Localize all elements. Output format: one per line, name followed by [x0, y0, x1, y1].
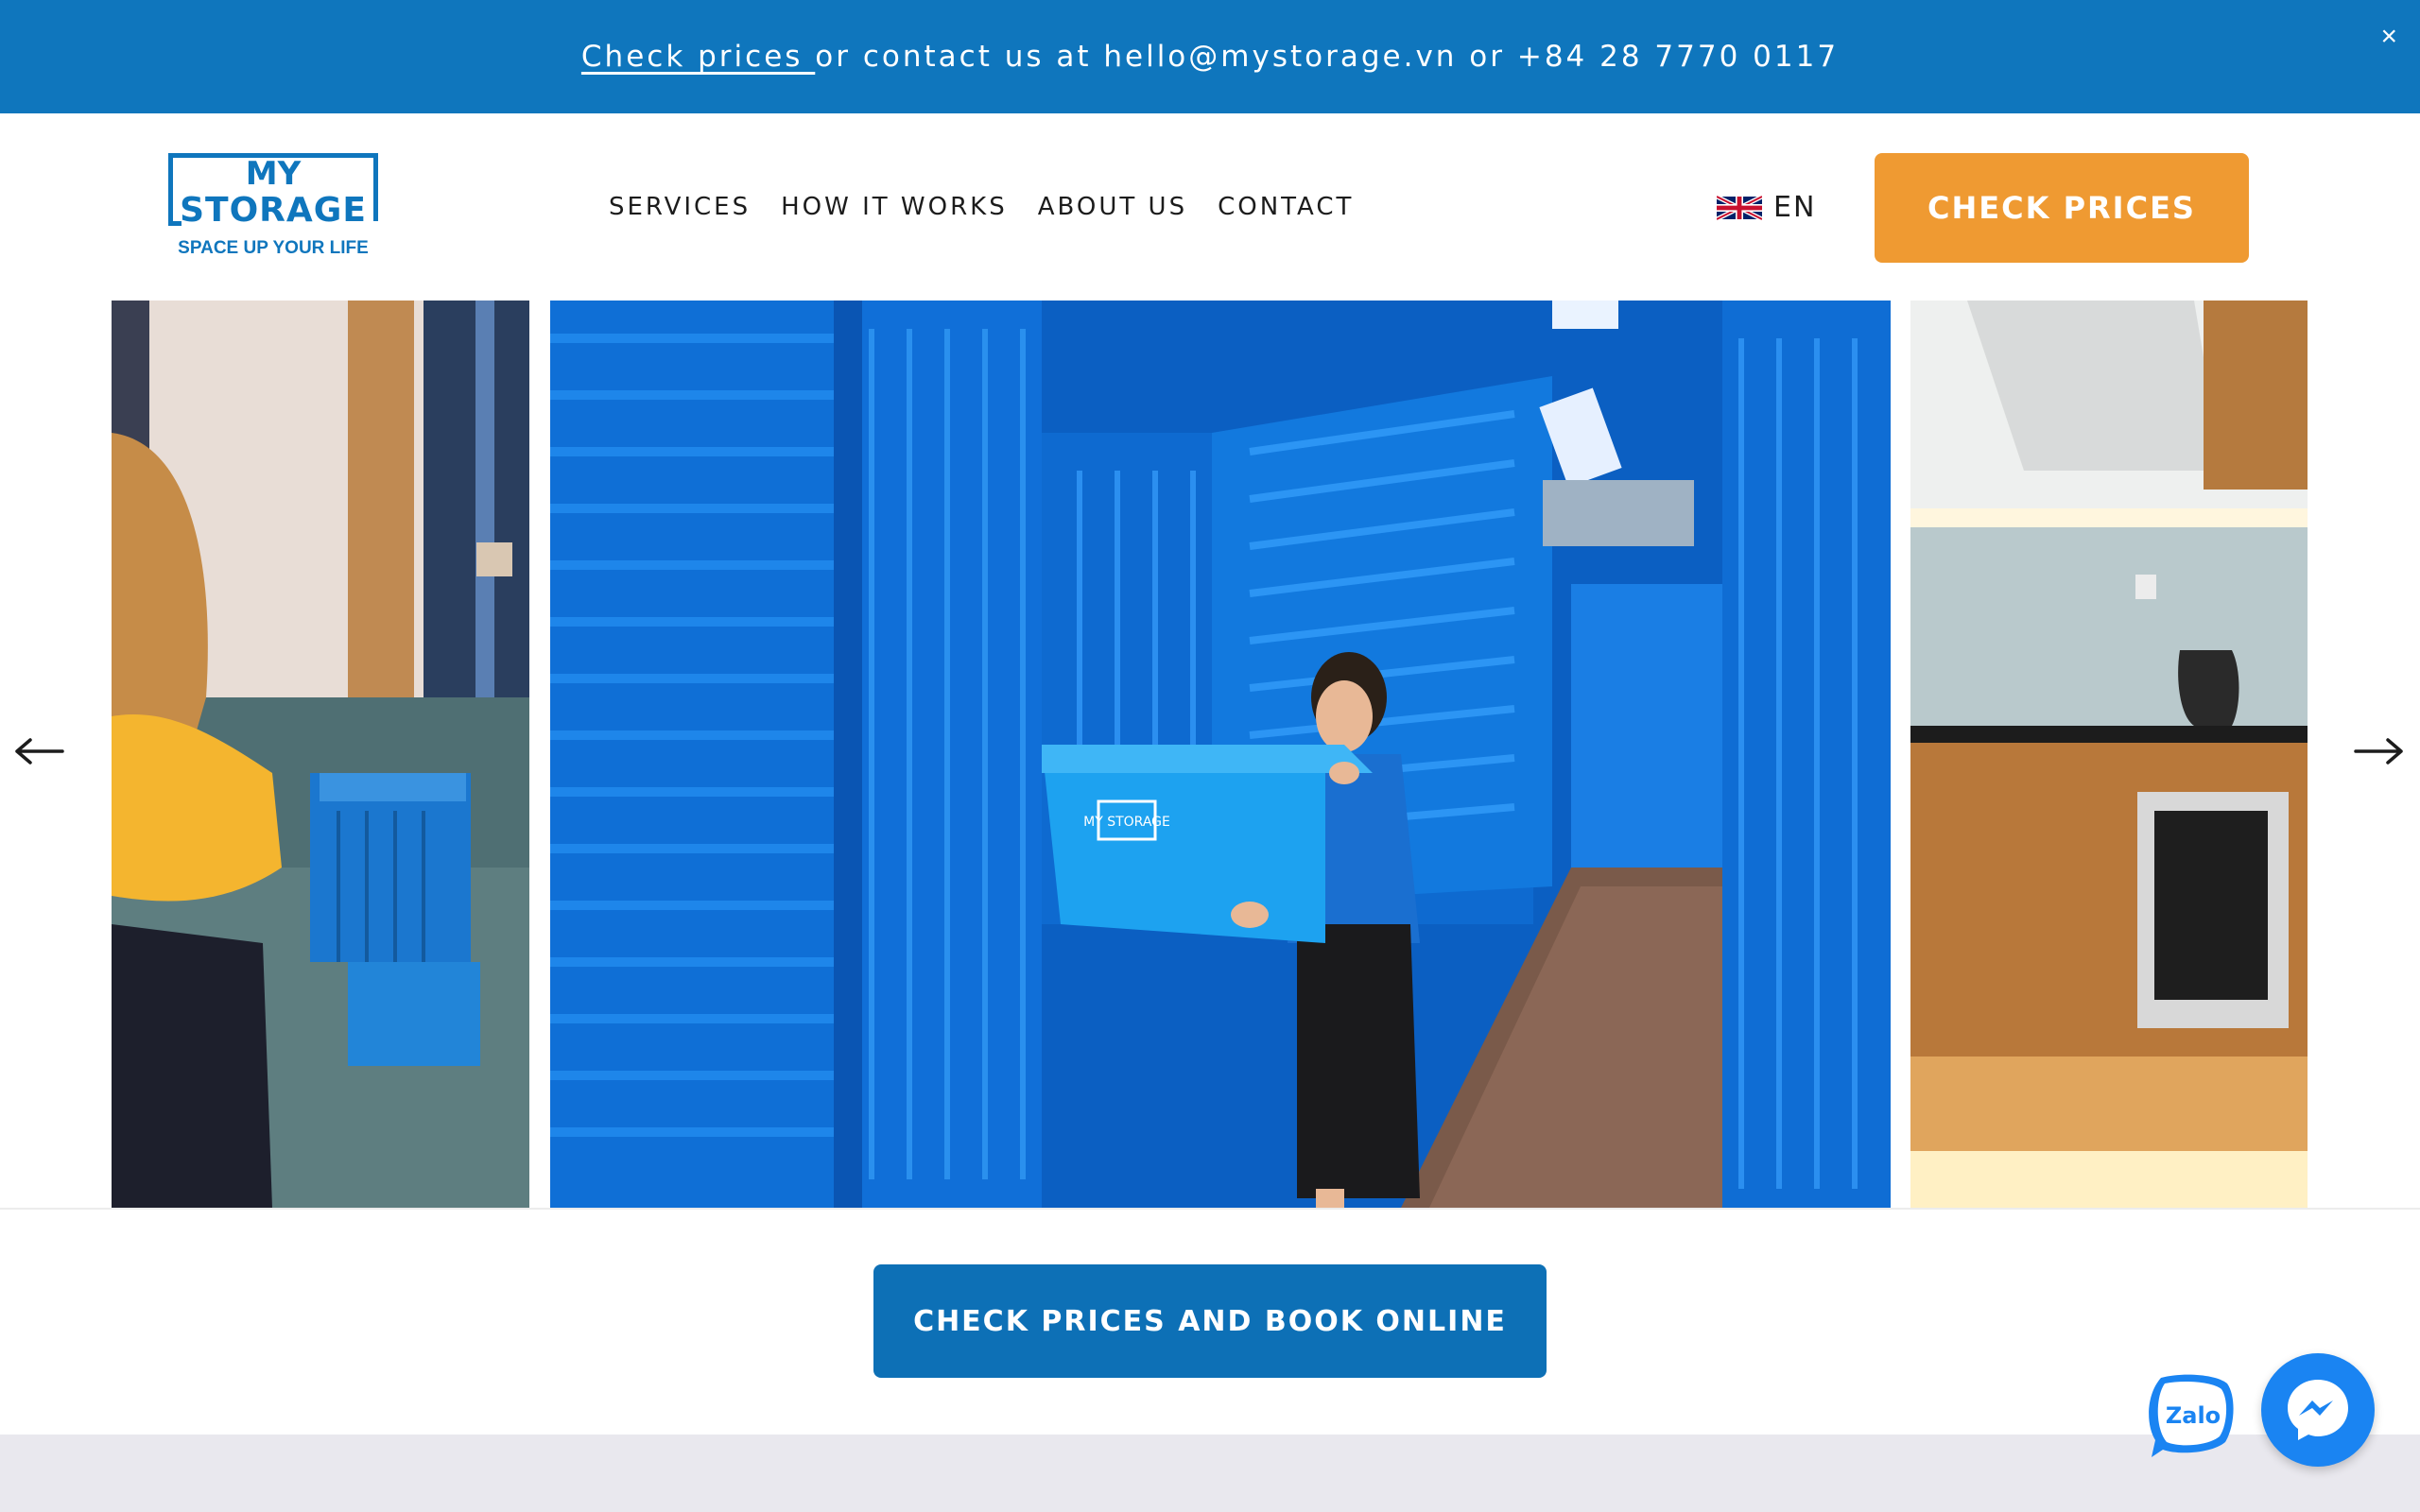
messenger-chat-button[interactable] [2261, 1353, 2375, 1467]
zalo-chat-icon[interactable]: Zalo [2144, 1368, 2238, 1463]
logo-tagline: SPACE UP YOUR LIFE [178, 238, 369, 258]
logo-text-my: MY [245, 155, 302, 193]
check-prices-book-online-button[interactable]: CHECK PRICES AND BOOK ONLINE [873, 1264, 1547, 1378]
mystorage-logo[interactable]: MY STORAGE SPACE UP YOUR LIFE [168, 153, 378, 265]
messenger-icon [2288, 1380, 2348, 1440]
close-icon[interactable]: × [2380, 21, 2397, 53]
announcement-message: Check prices or contact us at hello@myst… [581, 40, 1839, 74]
check-prices-link[interactable]: Check prices [581, 40, 815, 74]
nav-about-us[interactable]: ABOUT US [1038, 193, 1187, 221]
nav-contact[interactable]: CONTACT [1218, 193, 1354, 221]
uk-flag-icon [1717, 195, 1762, 220]
slide-image-living-room [112, 301, 529, 1208]
image-carousel: MY STORAGE [0, 301, 2420, 1208]
nav-how-it-works[interactable]: HOW IT WORKS [781, 193, 1008, 221]
announcement-bar: Check prices or contact us at hello@myst… [0, 0, 2420, 113]
main-nav: SERVICES HOW IT WORKS ABOUT US CONTACT [609, 193, 1354, 221]
section-divider [0, 1208, 2420, 1210]
language-selector[interactable]: EN [1717, 191, 1816, 224]
carousel-slide-next[interactable] [1910, 301, 2308, 1208]
carousel-slide-active[interactable]: MY STORAGE [550, 301, 1891, 1208]
check-prices-button[interactable]: CHECK PRICES [1875, 153, 2249, 263]
slide-image-storage-unit: MY STORAGE [550, 301, 1891, 1208]
nav-services[interactable]: SERVICES [609, 193, 751, 221]
carousel-slide-prev[interactable] [112, 301, 529, 1208]
slide-image-kitchen [1910, 301, 2308, 1208]
arrow-right-icon[interactable] [2350, 728, 2407, 775]
site-header: MY STORAGE SPACE UP YOUR LIFE SERVICES H… [0, 113, 2420, 301]
crate-logo-text: MY STORAGE [1083, 815, 1170, 830]
zalo-label: Zalo [2166, 1402, 2221, 1429]
next-section-band [0, 1435, 2420, 1512]
announcement-contact-text: or contact us at hello@mystorage.vn or +… [815, 40, 1840, 74]
arrow-left-icon[interactable] [11, 728, 68, 775]
logo-text-storage: STORAGE [180, 191, 367, 230]
language-code: EN [1773, 191, 1817, 224]
